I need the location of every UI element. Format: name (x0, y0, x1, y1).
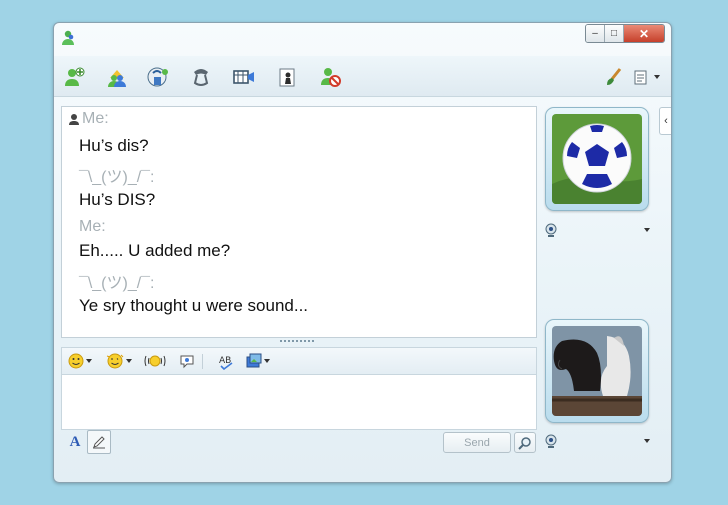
contact-options-dropdown[interactable] (644, 228, 650, 232)
search-icon (518, 436, 531, 450)
sender-name: ¯\_(ツ)_/¯: (79, 169, 155, 186)
window-controls: – □ ✕ (585, 24, 665, 43)
winks-button[interactable] (106, 351, 132, 371)
sender-name: ¯\_(ツ)_/¯: (79, 275, 155, 292)
backgrounds-icon (246, 353, 262, 368)
self-options-dropdown[interactable] (644, 439, 650, 443)
format-toolbar: AB (61, 347, 537, 375)
nudge-button[interactable] (143, 351, 167, 371)
video-icon[interactable] (232, 66, 256, 88)
message-input[interactable] (61, 374, 537, 430)
add-contact-icon[interactable] (62, 66, 86, 88)
collapse-sidebar-button[interactable]: ‹ (659, 107, 671, 135)
font-icon: A (69, 433, 81, 450)
title-bar: – □ ✕ (54, 23, 671, 53)
close-button[interactable]: ✕ (624, 25, 664, 42)
minimize-button[interactable]: – (586, 25, 605, 42)
pane-splitter[interactable] (280, 340, 314, 345)
winks-icon (106, 353, 124, 369)
chat-message: Ye sry thought u were sound... (79, 296, 309, 315)
contact-presence-icon (69, 114, 79, 125)
chat-message: Hu’s DIS? (79, 190, 156, 209)
invite-icon[interactable] (105, 66, 129, 88)
games-icon[interactable] (276, 66, 300, 88)
chevron-left-icon: ‹ (664, 115, 668, 127)
emoticons-button[interactable] (68, 351, 92, 371)
font-button[interactable]: A (65, 432, 85, 452)
spellcheck-button[interactable]: AB (218, 351, 236, 371)
nudge-icon (144, 355, 166, 367)
pencil-icon (93, 436, 105, 449)
horses-avatar (552, 326, 642, 416)
chat-message: Hu’s dis? (79, 136, 149, 155)
paintbrush-icon[interactable] (602, 66, 626, 88)
handwriting-button[interactable] (87, 430, 111, 454)
webcam-icon[interactable] (544, 223, 558, 237)
contact-avatar[interactable] (545, 107, 649, 211)
compose-bottom-bar: A Send (61, 430, 536, 454)
call-icon[interactable] (189, 66, 213, 88)
block-icon[interactable] (318, 66, 342, 88)
voice-clip-icon (180, 355, 194, 369)
sender-name: Me: (79, 218, 106, 235)
share-files-icon[interactable] (147, 66, 171, 88)
backgrounds-button[interactable] (246, 351, 270, 371)
emoticons-icon (68, 353, 84, 369)
webcam-icon[interactable] (544, 434, 558, 448)
spellcheck-icon: AB (219, 356, 233, 370)
soccer-ball-avatar (552, 114, 642, 204)
search-button[interactable] (514, 432, 536, 453)
send-button[interactable]: Send (443, 432, 511, 453)
conversation-history: Me: Hu’s dis? ¯\_(ツ)_/¯: Hu’s DIS? Me: E… (61, 106, 537, 338)
voice-clip-button[interactable] (179, 351, 195, 371)
self-avatar[interactable] (545, 319, 649, 423)
chat-message: Eh..... U added me? (79, 241, 231, 260)
main-toolbar (54, 56, 671, 97)
sender-name: Me: (82, 110, 109, 127)
maximize-button[interactable]: □ (605, 25, 624, 42)
messenger-window: – □ ✕ Me: Hu’s dis? ¯\_(ツ)_/¯: Hu’s DIS?… (53, 22, 672, 483)
show-menu-icon[interactable] (630, 66, 662, 88)
messenger-logo-icon (62, 30, 74, 45)
